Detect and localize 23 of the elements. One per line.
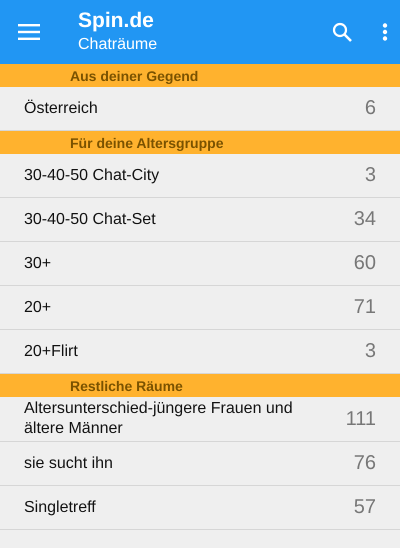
room-count: 6	[364, 97, 376, 120]
room-name: 30+	[24, 254, 52, 274]
room-count: 3	[364, 164, 376, 187]
room-name: sie sucht ihn	[24, 454, 113, 474]
room-name: 20+	[24, 298, 52, 318]
app-title: Spin.de	[78, 8, 155, 34]
room-count: 34	[354, 208, 376, 231]
room-name: 30-40-50 Chat-City	[24, 166, 160, 186]
room-name: Altersunterschied-jüngere Frauen und ältere Männer	[24, 399, 294, 439]
room-name: 30-40-50 Chat-Set	[24, 210, 156, 230]
room-count: 76	[354, 452, 376, 475]
section-header: Für deine Altersgruppe	[0, 131, 400, 154]
room-name: 20+Flirt	[24, 342, 78, 362]
room-count: 71	[354, 296, 376, 319]
app-subtitle: Chaträume	[78, 35, 158, 55]
room-count: 111	[346, 408, 376, 430]
section-header: Aus deiner Gegend	[0, 64, 400, 87]
room-count: 3	[364, 340, 376, 363]
room-name: Österreich	[24, 98, 98, 118]
section-header: Restliche Räume	[0, 374, 400, 397]
room-name: Singletreff	[24, 498, 96, 518]
room-count: 57	[354, 496, 376, 519]
room-count: 60	[354, 252, 376, 275]
